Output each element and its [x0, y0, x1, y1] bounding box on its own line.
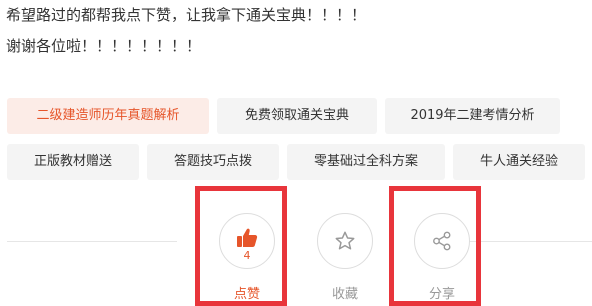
- share-action[interactable]: 分享: [412, 213, 472, 302]
- content-line-2: 谢谢各位啦！！！！！！！！: [6, 37, 202, 55]
- tag-free-guide[interactable]: 免费领取通关宝典: [217, 98, 377, 134]
- content-line-1: 希望路过的都帮我点下赞，让我拿下通关宝典！！！！: [6, 6, 367, 24]
- tag-2019-exam-analysis[interactable]: 2019年二建考情分析: [385, 98, 560, 134]
- like-action[interactable]: 4 点赞: [217, 213, 277, 302]
- share-button[interactable]: [414, 213, 470, 269]
- like-button[interactable]: 4: [219, 213, 275, 269]
- share-label: 分享: [428, 287, 455, 302]
- favorite-label: 收藏: [331, 287, 358, 302]
- favorite-action[interactable]: 收藏: [315, 213, 375, 302]
- tag-expert-experience[interactable]: 牛人通关经验: [453, 144, 585, 180]
- tag-zero-basis-plan[interactable]: 零基础过全科方案: [287, 144, 445, 180]
- favorite-button[interactable]: [317, 213, 373, 269]
- tag-answer-tips[interactable]: 答题技巧点拨: [147, 144, 279, 180]
- divider-right: [468, 241, 592, 242]
- share-icon: [433, 231, 451, 251]
- thumbs-up-icon: [237, 228, 258, 247]
- like-label: 点赞: [233, 287, 260, 302]
- divider-left: [7, 241, 177, 242]
- like-count: 4: [243, 249, 251, 262]
- tag-exam-analysis[interactable]: 二级建造师历年真题解析: [7, 98, 209, 134]
- star-icon: [335, 231, 355, 250]
- tag-textbook-gift[interactable]: 正版教材赠送: [7, 144, 139, 180]
